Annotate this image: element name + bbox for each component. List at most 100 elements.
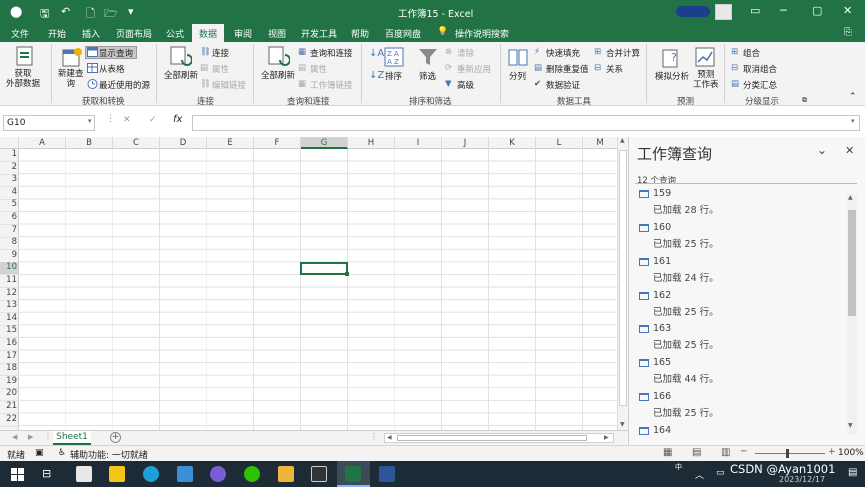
refresh-all-2-button[interactable]: 全部刷新 [261, 69, 295, 81]
add-sheet-button[interactable]: + [110, 432, 121, 443]
insert-function-button[interactable]: fx [173, 114, 182, 125]
zoom-slider-thumb[interactable] [786, 449, 789, 458]
relationships-button[interactable]: 关系 [606, 63, 623, 75]
ungroup-button[interactable]: 取消组合 [743, 63, 777, 75]
accessibility-status[interactable]: 辅助功能: 一切就绪 [70, 448, 148, 461]
get-external-data-button[interactable]: 获取 外部数据 [6, 69, 40, 89]
column-header[interactable]: D [160, 137, 207, 149]
ribbon-display-options-button[interactable]: ▭ [750, 4, 760, 17]
column-header[interactable]: I [395, 137, 442, 149]
pane-options-chevron-icon[interactable]: ⌄ [817, 143, 827, 157]
tab-insert[interactable]: 插入 [82, 27, 100, 40]
vertical-scrollbar[interactable]: ▲ ▼ [617, 137, 628, 430]
macro-record-icon[interactable]: ▣ [35, 448, 44, 458]
file-explorer-icon[interactable] [278, 466, 294, 482]
queries-connections-button[interactable]: 查询和连接 [310, 47, 353, 59]
app-icon-4[interactable] [177, 466, 193, 482]
selected-cell[interactable] [300, 262, 348, 275]
column-header[interactable]: A [19, 137, 66, 149]
select-all-corner[interactable] [0, 137, 19, 149]
prev-sheet-icon[interactable]: ◀ [12, 433, 17, 441]
sticky-notes-icon[interactable] [109, 466, 125, 482]
zoom-in-button[interactable]: + [828, 447, 836, 457]
row-header[interactable]: 20 [0, 388, 19, 401]
tab-review[interactable]: 审阅 [234, 27, 252, 40]
formula-bar-drag-handle[interactable]: ⋮ [106, 114, 115, 124]
name-box-dropdown-icon[interactable]: ▾ [88, 117, 92, 125]
terminal-icon[interactable] [311, 466, 327, 482]
subtotal-button[interactable]: 分类汇总 [743, 79, 777, 91]
recent-sources-button[interactable]: 最近使用的源 [99, 79, 150, 91]
filter-button[interactable]: 筛选 [419, 70, 436, 82]
zoom-out-button[interactable]: ─ [741, 447, 746, 457]
save-icon[interactable]: 🖫 [40, 5, 49, 24]
group-button[interactable]: 组合 [743, 47, 760, 59]
row-header[interactable]: 16 [0, 338, 19, 351]
minimize-button[interactable]: ─ [780, 4, 787, 17]
row-header[interactable]: 22 [0, 414, 19, 427]
scroll-down-icon[interactable]: ▼ [620, 421, 625, 428]
remove-duplicates-button[interactable]: 删除重复值 [546, 63, 589, 75]
undo-icon[interactable]: ↶ [61, 5, 70, 18]
row-header[interactable]: 21 [0, 401, 19, 414]
data-validation-button[interactable]: 数据验证 [546, 79, 580, 91]
task-view-icon[interactable]: ⊟ [42, 467, 51, 480]
tab-developer[interactable]: 开发工具 [301, 27, 337, 40]
row-header[interactable]: 13 [0, 300, 19, 313]
vertical-scroll-thumb[interactable] [619, 150, 627, 406]
horizontal-scrollbar[interactable]: ◀ ▶ [384, 433, 614, 443]
tab-baidu-netdisk[interactable]: 百度网盘 [385, 27, 421, 40]
clock-date[interactable]: 2023/12/17 [779, 475, 825, 484]
fill-handle[interactable] [345, 272, 349, 276]
row-header[interactable]: 5 [0, 199, 19, 212]
column-header-selected[interactable]: G [301, 137, 348, 149]
name-box[interactable]: G10 [3, 115, 95, 131]
column-header[interactable]: M [583, 137, 618, 149]
enter-icon[interactable]: ✓ [149, 115, 157, 125]
column-header[interactable]: J [442, 137, 489, 149]
row-header[interactable]: 6 [0, 212, 19, 225]
normal-view-icon[interactable]: ▦ [663, 447, 672, 458]
horizontal-scroll-thumb[interactable] [397, 435, 587, 441]
properties-2-button[interactable]: 属性 [310, 63, 327, 75]
column-header[interactable]: C [113, 137, 160, 149]
consolidate-button[interactable]: 合并计算 [606, 47, 640, 59]
formula-input[interactable] [192, 115, 860, 131]
column-header[interactable]: E [207, 137, 254, 149]
from-table-button[interactable]: 从表格 [99, 63, 125, 75]
advanced-button[interactable]: 高级 [457, 79, 474, 91]
scroll-up-icon[interactable]: ▲ [620, 137, 625, 144]
cancel-icon[interactable]: ✕ [123, 115, 131, 125]
network-icon[interactable]: ▭ [716, 468, 725, 478]
next-sheet-icon[interactable]: ▶ [28, 433, 33, 441]
row-header[interactable]: 3 [0, 174, 19, 187]
tab-file[interactable]: 文件 [11, 27, 29, 40]
properties-button[interactable]: 属性 [212, 63, 229, 75]
excel-icon[interactable] [345, 466, 361, 482]
tab-split-handle[interactable]: ⋮ [370, 432, 378, 441]
tab-help[interactable]: 帮助 [351, 27, 369, 40]
outline-dialog-launcher-icon[interactable]: ⧉ [802, 96, 807, 105]
edit-links-button[interactable]: 编辑链接 [212, 79, 246, 91]
windows-start-icon[interactable] [11, 468, 24, 481]
close-button[interactable]: ✕ [843, 4, 852, 17]
zoom-slider-track[interactable] [755, 453, 825, 454]
sort-button[interactable]: 排序 [385, 70, 402, 82]
tab-data[interactable]: 数据 [192, 24, 224, 42]
refresh-all-button[interactable]: 全部刷新 [164, 69, 198, 81]
column-header[interactable]: L [536, 137, 583, 149]
row-header[interactable]: 15 [0, 325, 19, 338]
cell-grid[interactable] [19, 149, 618, 430]
accessibility-icon[interactable]: ♿ [58, 448, 66, 458]
sort-za-icon[interactable]: ↓Z [369, 70, 384, 81]
tab-page-layout[interactable]: 页面布局 [116, 27, 152, 40]
scroll-left-icon[interactable]: ◀ [387, 434, 392, 441]
workbook-links-button[interactable]: 工作簿链接 [310, 79, 353, 91]
tray-overflow-icon[interactable]: ︿ [695, 468, 704, 481]
pane-scroll-up-icon[interactable]: ▲ [848, 194, 853, 201]
clear-button[interactable]: 清除 [457, 47, 474, 59]
text-to-columns-button[interactable]: 分列 [509, 70, 526, 82]
new-query-button[interactable]: 新建查 询 [58, 69, 84, 89]
expand-formula-bar-icon[interactable]: ▾ [851, 117, 855, 125]
scroll-right-icon[interactable]: ▶ [604, 434, 609, 441]
